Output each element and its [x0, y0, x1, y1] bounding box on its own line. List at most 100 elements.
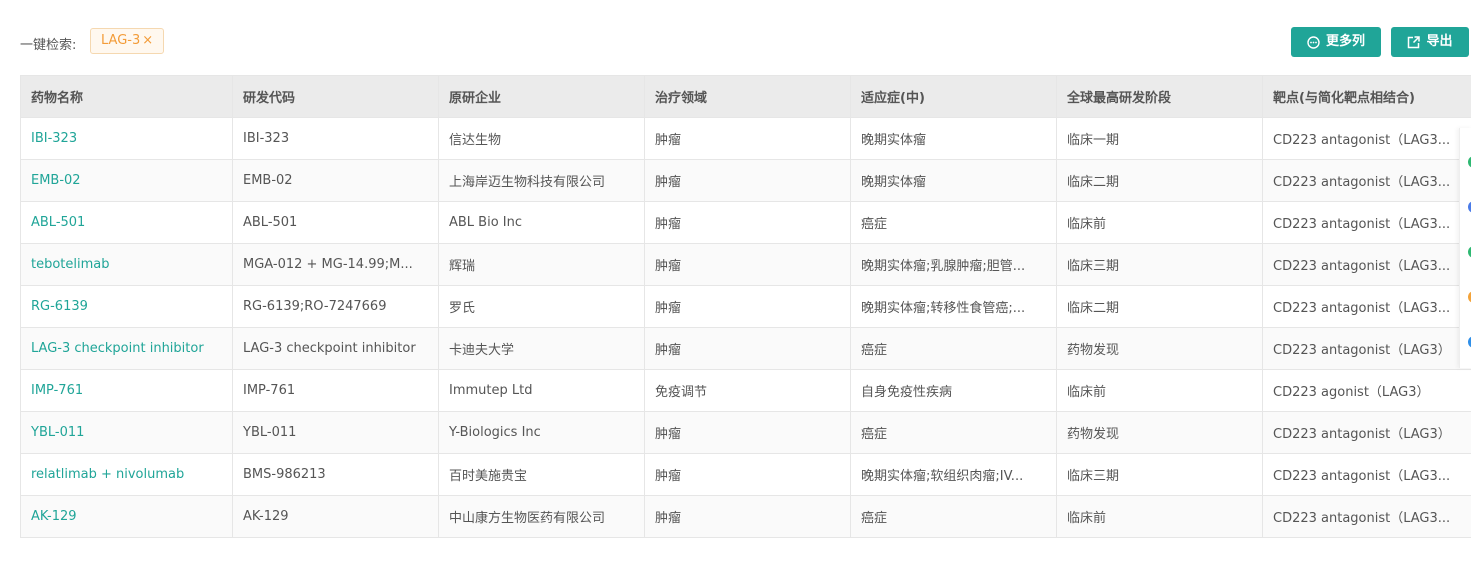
- phase-cell: 药物发现: [1056, 411, 1263, 454]
- therapy-area-cell: 肿瘤: [644, 159, 851, 202]
- indication-cell: 晚期实体瘤;转移性食管癌;...: [850, 285, 1057, 328]
- rd-code-cell: AK-129: [232, 495, 439, 538]
- more-columns-button[interactable]: 更多列: [1291, 27, 1381, 57]
- target-cell: CD223 antagonist（LAG3）: [1262, 327, 1471, 370]
- indication-cell: 自身免疫性疾病: [850, 369, 1057, 412]
- drug-name-link[interactable]: AK-129: [31, 509, 77, 524]
- search-tag-label: LAG-3: [101, 33, 141, 48]
- column-header-highest-phase[interactable]: 全球最高研发阶段: [1056, 75, 1263, 118]
- more-columns-label: 更多列: [1325, 34, 1365, 49]
- target-cell: CD223 antagonist（LAG3）: [1262, 411, 1471, 454]
- drug-name-link[interactable]: YBL-011: [31, 425, 84, 440]
- drug-name-cell: AK-129: [20, 495, 233, 538]
- therapy-area-cell: 肿瘤: [644, 201, 851, 244]
- drug-name-link[interactable]: RG-6139: [31, 299, 88, 314]
- indication-cell: 晚期实体瘤: [850, 117, 1057, 160]
- drug-name-link[interactable]: relatlimab + nivolumab: [31, 467, 184, 482]
- phase-cell: 临床前: [1056, 369, 1263, 412]
- drug-name-cell: RG-6139: [20, 285, 233, 328]
- table-row[interactable]: ABL-501 ABL-501 ABL Bio Inc 肿瘤 癌症 临床前 CD223 an…: [20, 201, 1471, 244]
- drug-name-link[interactable]: EMB-02: [31, 173, 81, 188]
- indication-cell: 晚期实体瘤;乳腺肿瘤;胆管...: [850, 243, 1057, 286]
- target-cell: CD223 antagonist（LAG3...: [1262, 285, 1471, 328]
- table-row[interactable]: LAG-3 checkpoint inhibitor LAG-3 checkpoi…: [20, 327, 1471, 370]
- table-row[interactable]: YBL-011 YBL-011 Y-Biologics Inc 肿瘤 癌症 药物发现 CD2…: [20, 411, 1471, 454]
- column-header-therapy-area[interactable]: 治疗领域: [644, 75, 851, 118]
- originator-cell: 信达生物: [438, 117, 645, 160]
- rd-code-cell: EMB-02: [232, 159, 439, 202]
- drug-name-cell: EMB-02: [20, 159, 233, 202]
- drug-name-cell: LAG-3 checkpoint inhibitor: [20, 327, 233, 370]
- drug-name-link[interactable]: tebotelimab: [31, 257, 110, 272]
- table-row[interactable]: IMP-761 IMP-761 Immutep Ltd 免疫调节 自身免疫性疾病 临床前 C…: [20, 369, 1471, 412]
- more-circle-icon: [1307, 35, 1320, 49]
- drug-name-cell: YBL-011: [20, 411, 233, 454]
- drug-name-link[interactable]: ABL-501: [31, 215, 85, 230]
- phase-cell: 临床二期: [1056, 285, 1263, 328]
- originator-cell: 卡迪夫大学: [438, 327, 645, 370]
- table-body: IBI-323 IBI-323 信达生物 肿瘤 晚期实体瘤 临床一期 CD223 antag…: [20, 117, 1471, 538]
- phase-cell: 临床一期: [1056, 117, 1263, 160]
- drug-name-cell: tebotelimab: [20, 243, 233, 286]
- drug-name-cell: IBI-323: [20, 117, 233, 160]
- originator-cell: Immutep Ltd: [438, 369, 645, 412]
- table-row[interactable]: relatlimab + nivolumab BMS-986213 百时美施贵宝 肿瘤…: [20, 453, 1471, 496]
- table-row[interactable]: IBI-323 IBI-323 信达生物 肿瘤 晚期实体瘤 临床一期 CD223 antag…: [20, 117, 1471, 160]
- toolbar: 一键检索: LAG-3 × 更多列 导出: [0, 0, 1471, 76]
- export-button[interactable]: 导出: [1391, 27, 1469, 57]
- originator-cell: 罗氏: [438, 285, 645, 328]
- therapy-area-cell: 肿瘤: [644, 285, 851, 328]
- indication-cell: 晚期实体瘤;软组织肉瘤;IV...: [850, 453, 1057, 496]
- rd-code-cell: BMS-986213: [232, 453, 439, 496]
- drug-name-cell: relatlimab + nivolumab: [20, 453, 233, 496]
- target-cell: CD223 antagonist（LAG3...: [1262, 159, 1471, 202]
- drug-name-cell: IMP-761: [20, 369, 233, 412]
- rd-code-cell: YBL-011: [232, 411, 439, 454]
- column-header-target[interactable]: 靶点(与简化靶点相结合): [1262, 75, 1471, 118]
- phase-cell: 药物发现: [1056, 327, 1263, 370]
- target-cell: CD223 antagonist（LAG3...: [1262, 453, 1471, 496]
- export-label: 导出: [1426, 34, 1453, 49]
- originator-cell: 上海岸迈生物科技有限公司: [438, 159, 645, 202]
- originator-cell: Y-Biologics Inc: [438, 411, 645, 454]
- therapy-area-cell: 肿瘤: [644, 117, 851, 160]
- side-floating-toolbar: [1459, 128, 1471, 368]
- rd-code-cell: IBI-323: [232, 117, 439, 160]
- rd-code-cell: MGA-012 + MG-14.99;M...: [232, 243, 439, 286]
- originator-cell: ABL Bio Inc: [438, 201, 645, 244]
- drug-name-link[interactable]: IMP-761: [31, 383, 83, 398]
- phase-cell: 临床前: [1056, 495, 1263, 538]
- phase-cell: 临床二期: [1056, 159, 1263, 202]
- indication-cell: 癌症: [850, 327, 1057, 370]
- originator-cell: 中山康方生物医药有限公司: [438, 495, 645, 538]
- therapy-area-cell: 免疫调节: [644, 369, 851, 412]
- target-cell: CD223 agonist（LAG3）: [1262, 369, 1471, 412]
- table-row[interactable]: RG-6139 RG-6139;RO-7247669 罗氏 肿瘤 晚期实体瘤;转移性食管…: [20, 285, 1471, 328]
- column-header-rd-code[interactable]: 研发代码: [232, 75, 439, 118]
- search-tag[interactable]: LAG-3 ×: [90, 28, 165, 54]
- phase-cell: 临床前: [1056, 201, 1263, 244]
- indication-cell: 晚期实体瘤: [850, 159, 1057, 202]
- column-header-drug-name[interactable]: 药物名称: [20, 75, 233, 118]
- table-row[interactable]: AK-129 AK-129 中山康方生物医药有限公司 肿瘤 癌症 临床前 CD223 ant…: [20, 495, 1471, 538]
- drug-table: 药物名称 研发代码 原研企业 治疗领域 适应症(中) 全球最高研发阶段 靶点(与简化靶点相结…: [20, 75, 1471, 538]
- column-header-indication[interactable]: 适应症(中): [850, 75, 1057, 118]
- phase-cell: 临床三期: [1056, 243, 1263, 286]
- rd-code-cell: LAG-3 checkpoint inhibitor: [232, 327, 439, 370]
- column-header-originator[interactable]: 原研企业: [438, 75, 645, 118]
- originator-cell: 百时美施贵宝: [438, 453, 645, 496]
- therapy-area-cell: 肿瘤: [644, 411, 851, 454]
- table-row[interactable]: EMB-02 EMB-02 上海岸迈生物科技有限公司 肿瘤 晚期实体瘤 临床二期 CD223…: [20, 159, 1471, 202]
- target-cell: CD223 antagonist（LAG3...: [1262, 201, 1471, 244]
- phase-cell: 临床三期: [1056, 453, 1263, 496]
- table-row[interactable]: tebotelimab MGA-012 + MG-14.99;M... 辉瑞 肿瘤 晚期…: [20, 243, 1471, 286]
- quick-search-label: 一键检索:: [20, 38, 77, 53]
- therapy-area-cell: 肿瘤: [644, 327, 851, 370]
- therapy-area-cell: 肿瘤: [644, 453, 851, 496]
- rd-code-cell: ABL-501: [232, 201, 439, 244]
- drug-name-link[interactable]: IBI-323: [31, 131, 77, 146]
- target-cell: CD223 antagonist（LAG3...: [1262, 243, 1471, 286]
- tag-close-icon[interactable]: ×: [142, 33, 153, 48]
- rd-code-cell: IMP-761: [232, 369, 439, 412]
- drug-name-link[interactable]: LAG-3 checkpoint inhibitor: [31, 341, 204, 356]
